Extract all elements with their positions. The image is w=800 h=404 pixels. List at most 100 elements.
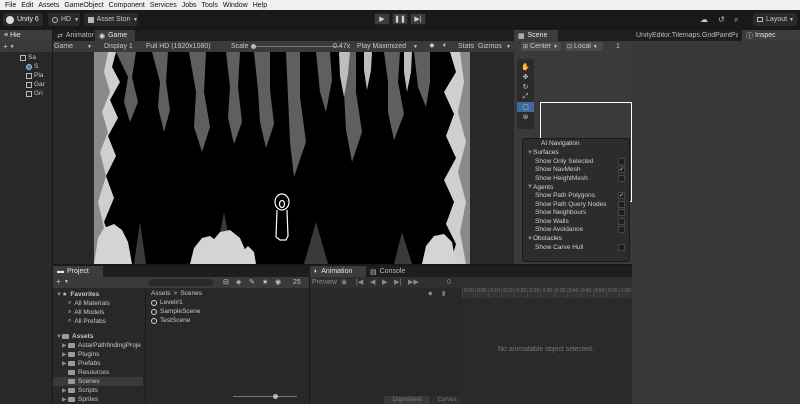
tab-tilemaps[interactable]: UnityEditor.Tilemaps.GridPaintPa xyxy=(632,30,742,41)
nav-option-row[interactable]: Show Walls xyxy=(523,217,629,226)
menu-tools[interactable]: Tools xyxy=(202,2,218,9)
agents-header[interactable]: ▼ Agents xyxy=(523,183,629,192)
chevron-down-icon[interactable]: ▼ xyxy=(64,279,69,285)
favorite-item[interactable]: ⌕ All Materials xyxy=(53,299,143,308)
tab-hierarchy[interactable]: ≡ Hie xyxy=(0,30,52,41)
curves-button[interactable]: Curves xyxy=(432,396,462,404)
gizmos-dropdown[interactable]: Gizmos xyxy=(478,43,502,50)
chevron-down-icon[interactable]: ▼ xyxy=(413,44,418,50)
obstacles-header[interactable]: ▼ Obstacles xyxy=(523,234,629,243)
dopesheet-button[interactable]: Dopesheet xyxy=(384,396,430,404)
asset-folder[interactable]: ▶ Scripts xyxy=(53,386,143,395)
cloud-services-icon[interactable]: ☁ xyxy=(700,15,708,24)
prev-frame-icon[interactable]: ◀ xyxy=(370,278,375,286)
asset-store-button[interactable]: Asset Store ▼ xyxy=(84,13,138,26)
surfaces-header[interactable]: ▼ Surfaces xyxy=(523,148,629,157)
checkbox[interactable]: ✓ xyxy=(618,192,625,200)
scale-tool-icon[interactable]: ⤢ xyxy=(517,92,534,102)
label-icon[interactable]: ◈ xyxy=(236,278,241,286)
nav-option-row[interactable]: Show NavMesh ✓ xyxy=(523,166,629,175)
history-icon[interactable]: ↺ xyxy=(718,15,725,24)
breadcrumb-current[interactable]: Scenes xyxy=(180,290,202,297)
grid-snap-value[interactable]: 1 xyxy=(616,43,620,50)
hierarchy-item[interactable]: Gar xyxy=(0,80,52,89)
eye-icon[interactable]: ◉ xyxy=(275,278,281,286)
file-item[interactable]: TestScene xyxy=(147,316,309,325)
checkbox[interactable] xyxy=(618,174,625,182)
menu-help[interactable]: Help xyxy=(253,2,267,9)
display-dropdown[interactable]: Display 1 xyxy=(104,43,133,50)
menu-assets[interactable]: Assets xyxy=(38,2,59,9)
checkbox[interactable] xyxy=(618,217,625,225)
scene-viewport[interactable]: ✋ ✥ ↻ ⤢ ▢ ⊛ AI Navigation ▼ Surfaces Show… xyxy=(514,52,632,264)
layout-dropdown[interactable]: Layout ▼ xyxy=(753,13,797,26)
scale-slider-thumb[interactable] xyxy=(251,44,256,49)
favorite-item[interactable]: ⌕ All Models xyxy=(53,308,143,317)
project-search-input[interactable] xyxy=(149,279,213,286)
chevron-down-icon[interactable]: ▼ xyxy=(87,44,92,50)
checkbox[interactable] xyxy=(618,226,625,234)
assets-header[interactable]: ▼ Assets xyxy=(53,332,143,341)
record-icon[interactable]: ◉ xyxy=(341,278,347,286)
game-viewport[interactable] xyxy=(94,52,470,264)
pause-button[interactable]: ❚❚ xyxy=(392,13,408,25)
hd-dropdown[interactable]: HD ▼ xyxy=(48,13,80,26)
add-icon[interactable]: + xyxy=(56,277,61,286)
tag-icon[interactable]: ✎ xyxy=(249,278,255,286)
asset-folder[interactable]: ▶ Sprites xyxy=(53,395,143,404)
size-slider-thumb[interactable] xyxy=(273,394,278,399)
checkbox[interactable] xyxy=(618,243,625,251)
scale-slider-track[interactable] xyxy=(251,46,341,47)
rect-tool-icon[interactable]: ▢ xyxy=(517,102,534,112)
settings-icon[interactable]: ✹ xyxy=(429,42,435,50)
menu-edit[interactable]: Edit xyxy=(21,2,33,9)
add-event-icon[interactable]: ▮ xyxy=(442,290,445,297)
hierarchy-item[interactable]: S xyxy=(0,62,52,71)
chevron-down-icon[interactable]: ▼ xyxy=(506,44,511,50)
add-keyframe-icon[interactable]: ◆ xyxy=(428,290,433,297)
menu-window[interactable]: Window xyxy=(223,2,248,9)
menu-file[interactable]: File xyxy=(5,2,16,9)
tab-console[interactable]: ▤ Console xyxy=(366,266,414,277)
add-icon[interactable]: + xyxy=(3,42,8,51)
hierarchy-item[interactable]: Pla xyxy=(0,71,52,80)
asset-folder[interactable]: ▶ AstarPathfindingProje xyxy=(53,341,143,350)
game-mode-dropdown[interactable]: Game xyxy=(54,43,73,50)
animation-timeline[interactable]: 0:00 0:05 0:10 0:15 0:20 0:25 0:30 0:35 0:40 0:45… xyxy=(462,288,632,404)
asset-folder[interactable]: Resources xyxy=(53,368,143,377)
menu-services[interactable]: Services xyxy=(150,2,177,9)
filter-icon[interactable]: ⊟ xyxy=(223,278,229,286)
play-button[interactable]: ▶ xyxy=(374,13,390,25)
checkbox[interactable] xyxy=(618,209,625,217)
mute-icon[interactable]: 🔈︎ xyxy=(443,42,447,50)
checkbox[interactable] xyxy=(618,200,625,208)
frame-field[interactable]: 0 xyxy=(447,279,451,286)
checkbox[interactable] xyxy=(618,157,625,165)
nav-option-row[interactable]: Show Neighbours xyxy=(523,209,629,218)
asset-folder[interactable]: ▶ Plugins xyxy=(53,350,143,359)
file-item[interactable]: Level#1 xyxy=(147,298,309,307)
hand-tool-icon[interactable]: ✋ xyxy=(517,62,534,72)
preview-toggle[interactable]: Preview xyxy=(312,279,337,286)
search-icon[interactable]: ⌕ xyxy=(734,15,738,25)
star-icon[interactable]: ★ xyxy=(262,278,268,286)
nav-option-row[interactable]: Show HeightMesh xyxy=(523,174,629,183)
nav-option-row[interactable]: Show Avoidance xyxy=(523,226,629,235)
favorites-header[interactable]: ▼ ★ Favorites xyxy=(53,290,143,299)
tab-animator[interactable]: ⇄ Animator xyxy=(53,30,95,41)
checkbox[interactable]: ✓ xyxy=(618,166,625,174)
breadcrumb-root[interactable]: Assets xyxy=(151,290,171,297)
menu-component[interactable]: Component xyxy=(109,2,145,9)
play-icon[interactable]: ▶ xyxy=(382,278,387,286)
nav-option-row[interactable]: Show Only Selected xyxy=(523,157,629,166)
stats-button[interactable]: Stats xyxy=(458,43,474,50)
asset-folder[interactable]: Scenes xyxy=(53,377,143,386)
tab-inspector[interactable]: ⓘ Inspec xyxy=(742,30,800,41)
nav-option-row[interactable]: Show Path Query Nodes xyxy=(523,200,629,209)
resolution-dropdown[interactable]: Full HD (1920x1080) xyxy=(146,43,211,50)
asset-folder[interactable]: ▶ Prefabs xyxy=(53,359,143,368)
transform-tool-icon[interactable]: ⊛ xyxy=(517,112,534,122)
favorite-item[interactable]: ⌕ All Prefabs xyxy=(53,317,143,326)
size-slider-track[interactable] xyxy=(233,396,297,397)
file-item[interactable]: SampleScene xyxy=(147,307,309,316)
